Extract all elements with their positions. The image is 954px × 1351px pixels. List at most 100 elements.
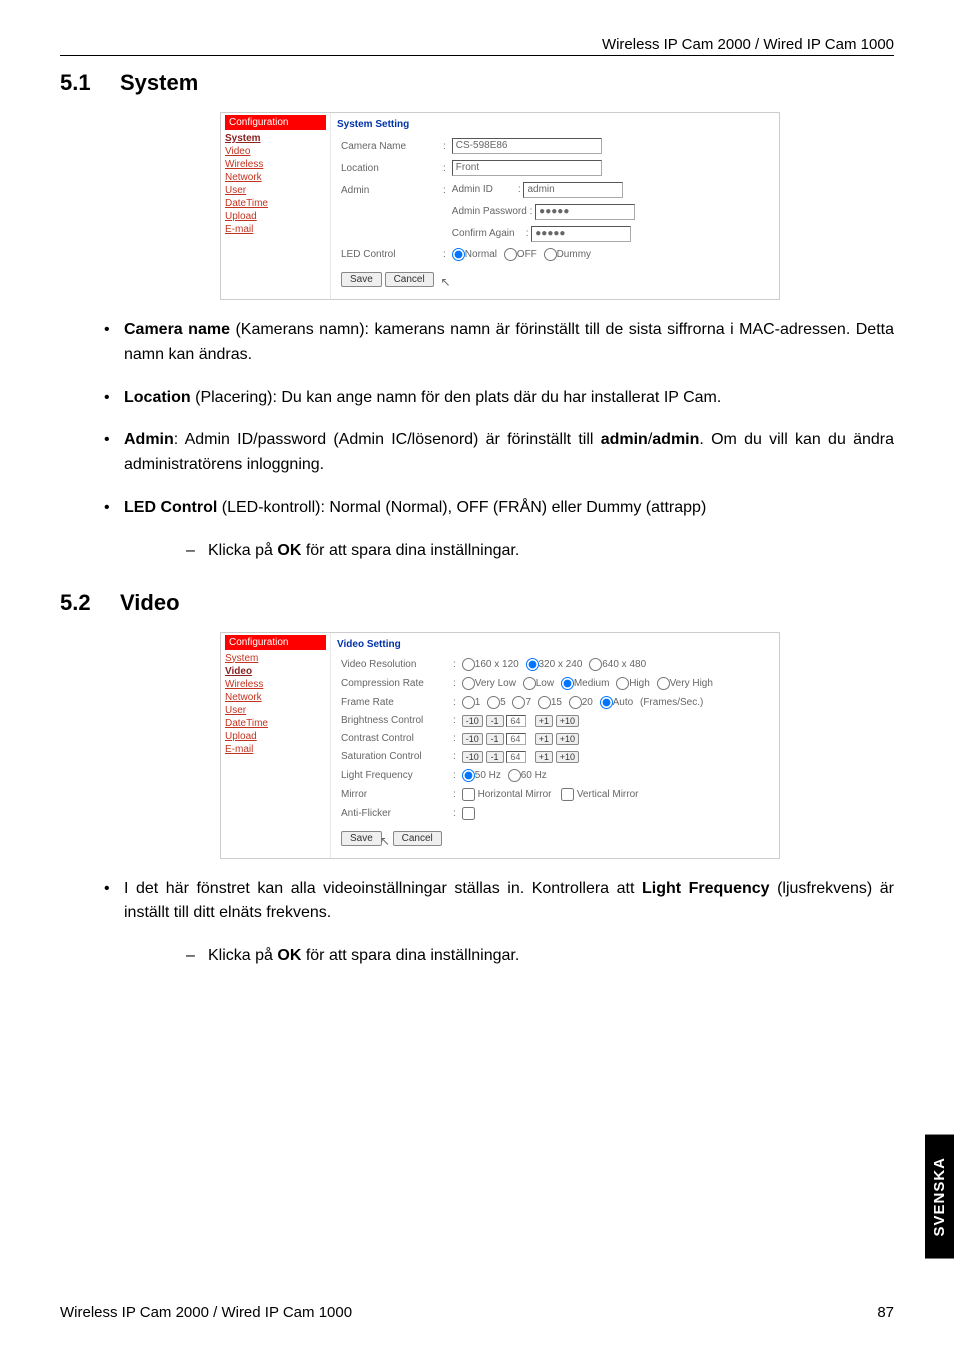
fr-1-radio[interactable] [462, 696, 475, 709]
comp-high-radio[interactable] [616, 677, 629, 690]
lf-60-radio[interactable] [508, 769, 521, 782]
nav2-network[interactable]: Network [225, 691, 326, 704]
antiflicker-label: Anti-Flicker [339, 805, 449, 822]
nav-email[interactable]: E-mail [225, 223, 326, 236]
fr-7-radio[interactable] [512, 696, 525, 709]
system-screenshot: Configuration System Video Wireless Netw… [220, 112, 780, 300]
config-nav: Configuration System Video Wireless Netw… [221, 113, 331, 299]
led-dummy-radio[interactable] [544, 248, 557, 261]
contrast-p1[interactable]: +1 [535, 733, 553, 745]
nav-video[interactable]: Video [225, 145, 326, 158]
framerate-label: Frame Rate [339, 694, 449, 711]
video-save-button[interactable]: Save [341, 831, 382, 846]
nav2-video[interactable]: Video [225, 665, 326, 678]
nav-network[interactable]: Network [225, 171, 326, 184]
fr-1-label: 1 [475, 697, 481, 708]
led-off-radio[interactable] [504, 248, 517, 261]
brightness-label: Brightness Control [339, 713, 449, 729]
video-panel-title: Video Setting [337, 635, 773, 654]
camera-name-label: Camera Name [339, 136, 439, 156]
sub-bullet-ok-2: Klicka på OK för att spara dina inställn… [184, 944, 894, 969]
comp-high-label: High [629, 678, 650, 689]
resolution-label: Video Resolution [339, 656, 449, 673]
fr-20-label: 20 [582, 697, 593, 708]
contrast-m1[interactable]: -1 [486, 733, 504, 745]
confirm-again-input[interactable]: ●●●●● [531, 226, 631, 242]
sat-val[interactable]: 64 [506, 751, 526, 763]
contrast-val[interactable]: 64 [506, 733, 526, 745]
mirror-v-check[interactable] [561, 788, 574, 801]
nav2-email[interactable]: E-mail [225, 743, 326, 756]
nav-user[interactable]: User [225, 184, 326, 197]
comp-vhigh-radio[interactable] [657, 677, 670, 690]
system-cancel-button[interactable]: Cancel [385, 272, 434, 287]
nav2-datetime[interactable]: DateTime [225, 717, 326, 730]
system-panel-title: System Setting [337, 115, 773, 134]
bullet-camera-name: Camera name (Kamerans namn): kamerans na… [96, 318, 894, 386]
saturation-label: Saturation Control [339, 749, 449, 765]
section-5-1-heading: 5.1System [60, 70, 894, 96]
cursor-icon: ↖ [441, 275, 451, 289]
fr-5-radio[interactable] [487, 696, 500, 709]
comp-vlow-radio[interactable] [462, 677, 475, 690]
nav-datetime[interactable]: DateTime [225, 197, 326, 210]
led-off-label: OFF [517, 249, 537, 260]
config-nav-2: Configuration System Video Wireless Netw… [221, 633, 331, 858]
res-640-radio[interactable] [589, 658, 602, 671]
nav2-wireless[interactable]: Wireless [225, 678, 326, 691]
admin-password-label: Admin Password [452, 206, 527, 217]
bright-p1[interactable]: +1 [535, 715, 553, 727]
comp-low-label: Low [536, 678, 554, 689]
mirror-h-check[interactable] [462, 788, 475, 801]
mirror-label: Mirror [339, 786, 449, 803]
comp-low-radio[interactable] [523, 677, 536, 690]
res-160-label: 160 x 120 [475, 659, 519, 670]
nav-upload[interactable]: Upload [225, 210, 326, 223]
fr-5-label: 5 [500, 697, 506, 708]
bullet-admin: Admin: Admin ID/password (Admin IC/lösen… [96, 428, 894, 496]
fr-7-label: 7 [525, 697, 531, 708]
comp-vlow-label: Very Low [475, 678, 516, 689]
admin-id-input[interactable]: admin [523, 182, 623, 198]
res-160-radio[interactable] [462, 658, 475, 671]
nav2-user[interactable]: User [225, 704, 326, 717]
contrast-p10[interactable]: +10 [556, 733, 579, 745]
res-320-radio[interactable] [526, 658, 539, 671]
lightfreq-label: Light Frequency [339, 767, 449, 784]
admin-label: Admin [339, 180, 439, 200]
fr-auto-radio[interactable] [600, 696, 613, 709]
sat-p10[interactable]: +10 [556, 751, 579, 763]
fr-20-radio[interactable] [569, 696, 582, 709]
bright-p10[interactable]: +10 [556, 715, 579, 727]
antiflicker-check[interactable] [462, 807, 475, 820]
section-5-2-number: 5.2 [60, 590, 120, 616]
mirror-h-label: Horizontal Mirror [478, 789, 552, 800]
sat-p1[interactable]: +1 [535, 751, 553, 763]
nav-system[interactable]: System [225, 132, 326, 145]
sat-m1[interactable]: -1 [486, 751, 504, 763]
lf-50-radio[interactable] [462, 769, 475, 782]
confirm-again-label: Confirm Again [452, 228, 515, 239]
location-input[interactable]: Front [452, 160, 602, 176]
bright-val[interactable]: 64 [506, 715, 526, 727]
bright-m1[interactable]: -1 [486, 715, 504, 727]
nav2-upload[interactable]: Upload [225, 730, 326, 743]
header-rule [60, 55, 894, 56]
fr-15-radio[interactable] [538, 696, 551, 709]
admin-password-input[interactable]: ●●●●● [535, 204, 635, 220]
led-normal-radio[interactable] [452, 248, 465, 261]
bullet-led-control: LED Control (LED-kontroll): Normal (Norm… [96, 496, 894, 582]
section-5-2-title: Video [120, 590, 180, 615]
sat-m10[interactable]: -10 [462, 751, 483, 763]
comp-med-radio[interactable] [561, 677, 574, 690]
nav-wireless[interactable]: Wireless [225, 158, 326, 171]
camera-name-input[interactable]: CS-598E86 [452, 138, 602, 154]
fr-unit-label: (Frames/Sec.) [640, 697, 703, 708]
system-save-button[interactable]: Save [341, 272, 382, 287]
nav2-system[interactable]: System [225, 652, 326, 665]
section-5-1-number: 5.1 [60, 70, 120, 96]
fr-auto-label: Auto [613, 697, 634, 708]
contrast-m10[interactable]: -10 [462, 733, 483, 745]
video-cancel-button[interactable]: Cancel [393, 831, 442, 846]
bright-m10[interactable]: -10 [462, 715, 483, 727]
